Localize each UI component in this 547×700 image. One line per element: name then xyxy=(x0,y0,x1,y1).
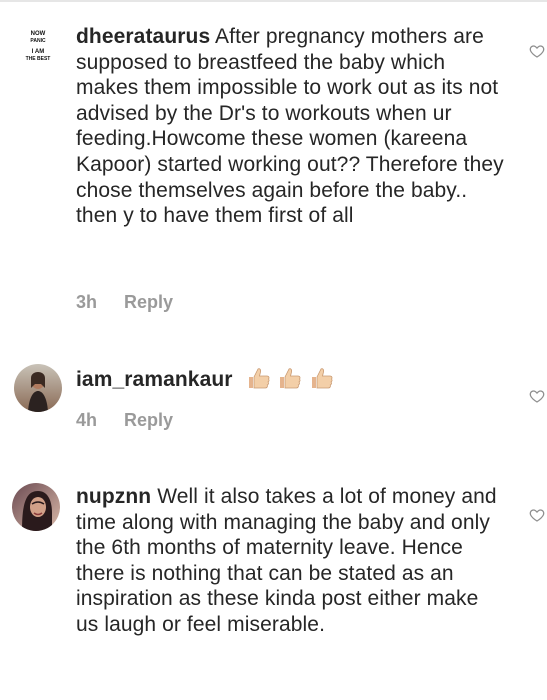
top-divider xyxy=(0,0,547,2)
svg-text:PANIC: PANIC xyxy=(30,38,46,44)
svg-text:NOW: NOW xyxy=(31,31,46,37)
comment-username[interactable]: dheerataurus xyxy=(76,25,210,48)
comment-username[interactable]: nupznn xyxy=(76,485,151,508)
comment-meta: 4h Reply xyxy=(76,410,173,431)
svg-text:THE BEST: THE BEST xyxy=(26,56,51,62)
comments-panel: NOW PANIC I AM THE BEST dheerataurus Aft… xyxy=(0,0,547,700)
reply-button[interactable]: Reply xyxy=(124,292,173,312)
avatar-photo xyxy=(12,483,60,531)
avatar-photo xyxy=(14,364,62,412)
comment-body: iam_ramankaur xyxy=(76,367,506,396)
comment-body: dheerataurus After pregnancy mothers are… xyxy=(76,24,506,229)
avatar[interactable] xyxy=(14,364,62,412)
thumbs-up-emoji-group xyxy=(247,367,337,396)
avatar[interactable] xyxy=(12,483,60,531)
thumbs-up-icon xyxy=(278,367,302,389)
avatar-text-logo: NOW PANIC I AM THE BEST xyxy=(14,22,62,70)
like-heart-icon[interactable] xyxy=(529,43,545,59)
thumbs-up-icon xyxy=(247,367,271,389)
comment-meta: 3h Reply xyxy=(76,292,173,313)
avatar[interactable]: NOW PANIC I AM THE BEST xyxy=(14,22,62,70)
svg-text:I AM: I AM xyxy=(32,49,44,55)
comment-body: nupznn Well it also takes a lot of money… xyxy=(76,484,506,638)
comment-time: 3h xyxy=(76,292,98,312)
comment-username[interactable]: iam_ramankaur xyxy=(76,368,233,391)
comment-text: After pregnancy mothers are supposed to … xyxy=(76,25,504,228)
comment-time: 4h xyxy=(76,410,98,430)
thumbs-up-icon xyxy=(310,367,334,389)
like-heart-icon[interactable] xyxy=(529,388,545,404)
reply-button[interactable]: Reply xyxy=(124,410,173,430)
like-heart-icon[interactable] xyxy=(529,507,545,523)
